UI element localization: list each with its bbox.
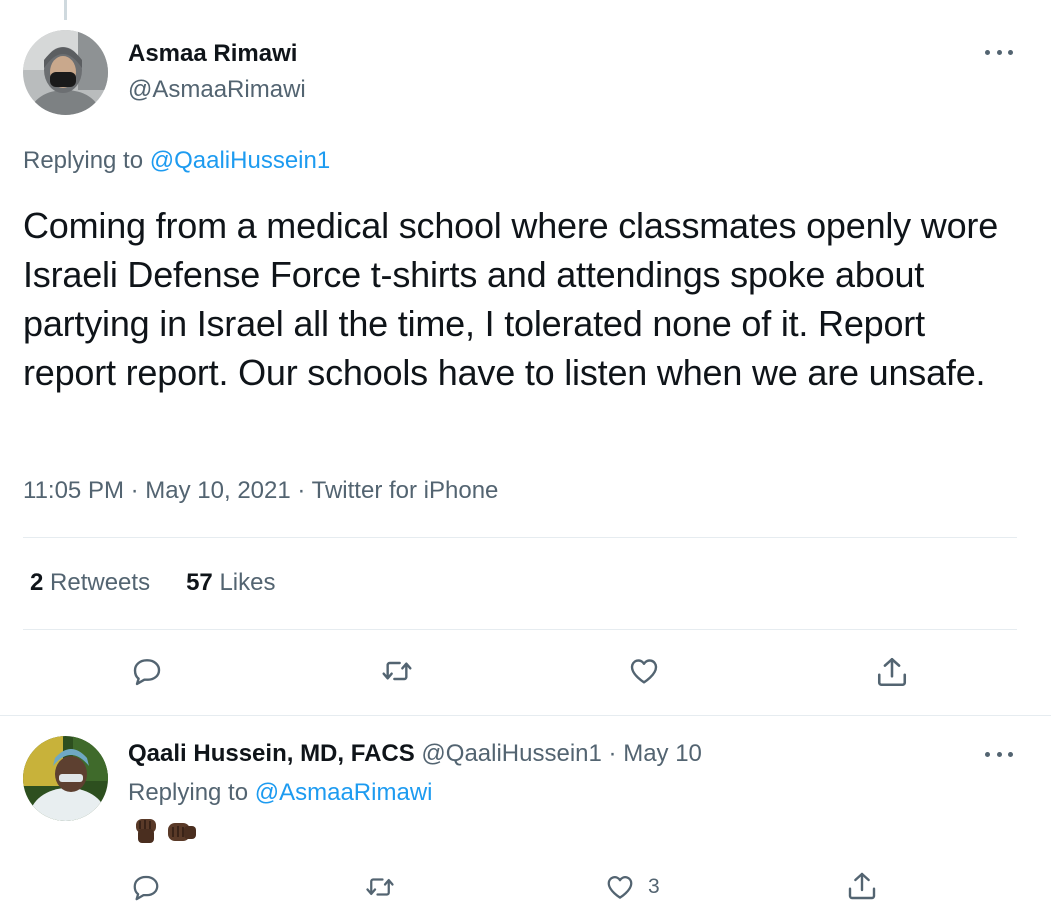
reply-icon	[133, 875, 159, 901]
retweet-icon	[366, 878, 394, 896]
like-button[interactable]	[626, 655, 662, 687]
retweets-stat[interactable]: 2 Retweets	[30, 569, 150, 597]
share-icon	[848, 872, 876, 900]
replying-handle-link[interactable]: @AsmaaRimawi	[255, 779, 433, 806]
oncoming-fist-emoji	[168, 823, 196, 841]
tweet-source[interactable]: Twitter for iPhone	[312, 477, 499, 504]
retweets-count: 2	[30, 569, 44, 596]
avatar-image	[23, 30, 108, 115]
tweet-metadata: 11:05 PM · May 10, 2021 · Twitter for iP…	[23, 477, 498, 505]
reply-text	[130, 815, 198, 847]
retweet-icon	[382, 661, 412, 681]
reply-like-button[interactable]: 3	[604, 872, 660, 902]
raised-fist-emoji	[136, 819, 156, 843]
share-button[interactable]	[875, 655, 909, 689]
more-icon-dot	[1008, 751, 1013, 757]
reply-retweet-button[interactable]	[364, 872, 396, 902]
author-handle[interactable]: @AsmaaRimawi	[128, 76, 306, 104]
reply-author-handle[interactable]: @QaaliHussein1	[421, 740, 601, 767]
share-icon	[877, 657, 907, 687]
retweets-label: Retweets	[50, 569, 151, 596]
replying-handle-link[interactable]: @QaaliHussein1	[150, 147, 330, 174]
engagement-stats: 2 Retweets 57 Likes	[30, 569, 275, 597]
replying-prefix: Replying to	[23, 147, 144, 174]
replying-prefix: Replying to	[128, 779, 249, 806]
replying-to: Replying to @QaaliHussein1	[23, 147, 330, 175]
reply-more-options-button[interactable]	[985, 744, 1013, 764]
more-icon-dot	[985, 751, 990, 757]
more-icon-dot	[996, 751, 1002, 757]
reply-reply-button[interactable]	[131, 872, 161, 902]
author-name[interactable]: Asmaa Rimawi	[128, 40, 297, 68]
likes-count: 57	[186, 569, 213, 596]
author-avatar[interactable]	[23, 30, 108, 115]
heart-icon	[607, 876, 633, 899]
reply-like-count: 3	[648, 875, 660, 898]
heart-icon	[630, 659, 658, 684]
more-icon-dot	[985, 49, 990, 55]
reply-author-name[interactable]: Qaali Hussein, MD, FACS	[128, 740, 415, 767]
main-tweet: Asmaa Rimawi @AsmaaRimawi Replying to @Q…	[0, 0, 1051, 716]
reply-header: Qaali Hussein, MD, FACS @QaaliHussein1 ·…	[128, 740, 702, 768]
meta-separator: ·	[297, 477, 306, 504]
reply-share-button[interactable]	[846, 870, 878, 902]
likes-label: Likes	[219, 569, 276, 596]
divider	[23, 629, 1017, 630]
retweet-button[interactable]	[380, 655, 414, 687]
reply-icon	[133, 659, 161, 686]
more-options-button[interactable]	[985, 42, 1013, 62]
more-icon-dot	[996, 49, 1002, 55]
tweet-text: Coming from a medical school where class…	[23, 205, 999, 393]
more-icon-dot	[1008, 49, 1013, 55]
meta-separator: ·	[608, 740, 617, 767]
divider	[23, 537, 1017, 538]
likes-stat[interactable]: 57 Likes	[186, 569, 275, 597]
avatar-image	[23, 736, 108, 821]
reply-button[interactable]	[131, 655, 163, 687]
reply-date[interactable]: May 10	[623, 740, 702, 767]
tweet-time[interactable]: 11:05 PM	[23, 477, 124, 504]
reply-author-avatar[interactable]	[23, 736, 108, 821]
meta-separator: ·	[130, 477, 139, 504]
reply-replying-to: Replying to @AsmaaRimawi	[128, 779, 432, 807]
tweet-date[interactable]: May 10, 2021	[145, 477, 290, 504]
